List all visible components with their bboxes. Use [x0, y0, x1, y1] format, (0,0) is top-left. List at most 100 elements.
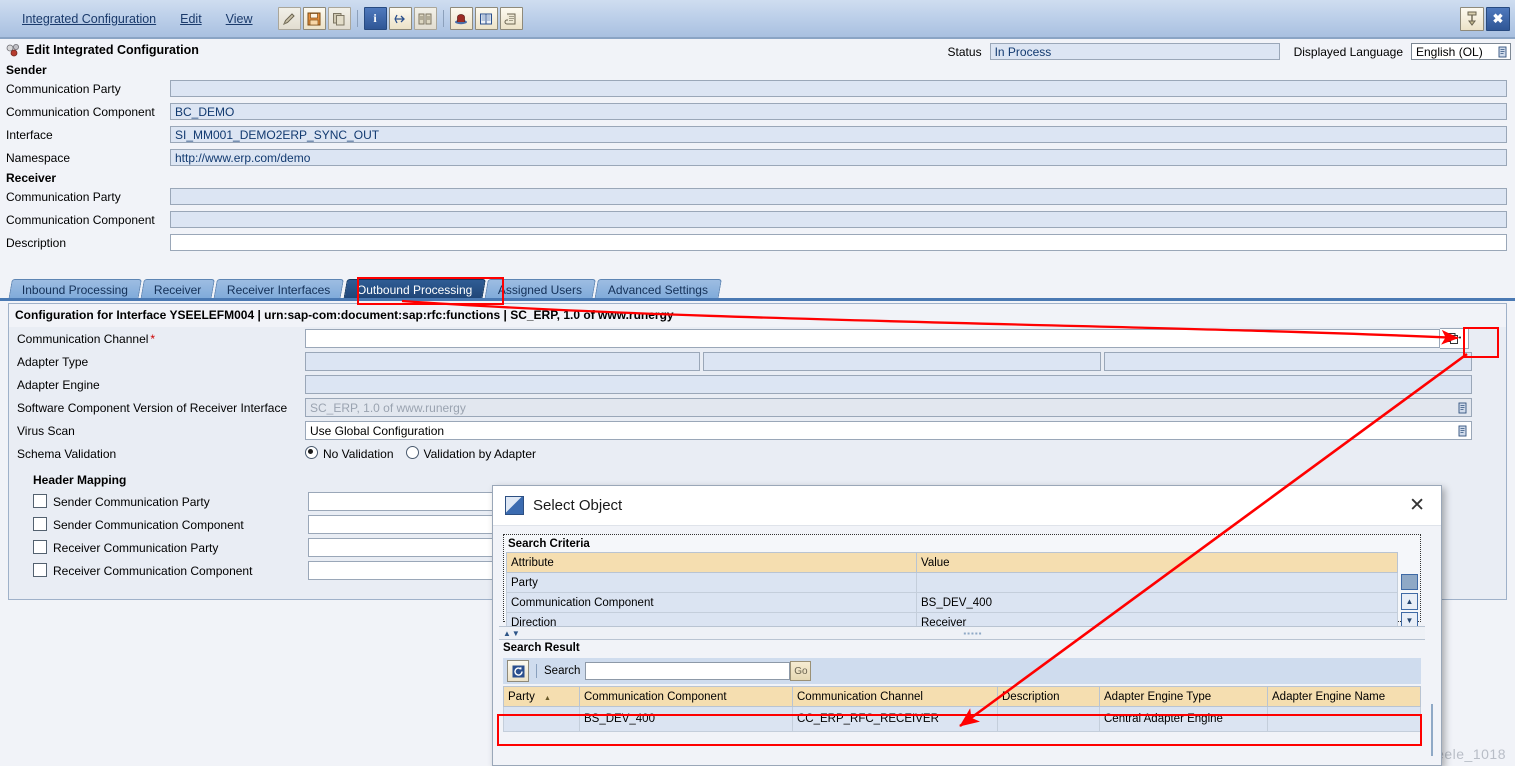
input-sender-communication-component[interactable]: BC_DEMO — [170, 103, 1507, 120]
label-communication-channel: Communication Channel * — [17, 332, 305, 346]
table-row[interactable]: Party — [506, 572, 1398, 593]
input-virus-scan[interactable]: Use Global Configuration — [305, 421, 1472, 440]
display-change-toggle-button[interactable] — [277, 7, 301, 30]
help-button[interactable] — [1460, 7, 1484, 31]
cell-adapter-engine-name — [1267, 706, 1421, 732]
menu-integrated-configuration[interactable]: Integrated Configuration — [20, 11, 158, 27]
cell-communication-channel: CC_ERP_RFC_RECEIVER — [792, 706, 998, 732]
scrollbar-thumb[interactable] — [1401, 574, 1418, 590]
label-software-component-version: Software Component Version of Receiver I… — [17, 400, 288, 415]
dialog-close-button[interactable]: ✕ — [1405, 494, 1429, 517]
required-marker: * — [150, 331, 156, 346]
input-sender-communication-party[interactable] — [170, 80, 1507, 97]
input-help-icon[interactable] — [1458, 402, 1467, 414]
refresh-button[interactable] — [507, 660, 529, 682]
dialog-title: Select Object — [533, 497, 623, 514]
compare-button[interactable] — [413, 7, 437, 30]
select-object-icon — [505, 496, 524, 515]
splitter-collapse-icons[interactable]: ▲▼ — [503, 629, 521, 638]
column-header-adapter-engine-name[interactable]: Adapter Engine Name — [1267, 686, 1421, 707]
status-bar: Status In Process Displayed Language Eng… — [948, 43, 1511, 60]
checkbox-receiver-communication-party[interactable]: Receiver Communication Party — [33, 540, 308, 555]
save-button[interactable] — [302, 7, 326, 30]
window-controls: ✖ — [1459, 7, 1511, 31]
input-help-icon[interactable] — [1498, 46, 1507, 58]
radio-no-validation[interactable]: No Validation — [305, 446, 394, 461]
sort-ascending-icon: ▲ — [544, 694, 551, 702]
table-row[interactable]: BS_DEV_400 CC_ERP_RFC_RECEIVER Central A… — [503, 706, 1421, 732]
change-list-button[interactable] — [499, 7, 523, 30]
input-receiver-communication-component[interactable] — [170, 211, 1507, 228]
field-row-sender-communication-party: Communication Party — [0, 77, 1515, 100]
search-criteria-title: Search Criteria — [508, 538, 590, 550]
copy-button[interactable] — [327, 7, 351, 30]
column-header-attribute[interactable]: Attribute — [506, 552, 917, 573]
label-sender-communication-party: Communication Party — [6, 81, 121, 96]
dialog-splitter[interactable]: ▲▼ ▪▪▪▪▪ — [499, 626, 1425, 640]
input-sender-interface[interactable]: SI_MM001_DEMO2ERP_SYNC_OUT — [170, 126, 1507, 143]
displayed-language-value: English (OL) — [1416, 45, 1483, 59]
column-header-adapter-engine-type[interactable]: Adapter Engine Type — [1099, 686, 1268, 707]
test-configuration-button[interactable] — [449, 7, 473, 30]
cell-value[interactable] — [916, 572, 1398, 593]
info-button[interactable]: i — [363, 7, 387, 30]
information-icon: i — [373, 11, 377, 25]
main-toolbar: i — [277, 7, 524, 30]
column-header-value[interactable]: Value — [916, 552, 1398, 573]
label-adapter-engine: Adapter Engine — [17, 377, 100, 392]
radio-indicator — [405, 446, 419, 459]
checkbox-indicator — [33, 494, 47, 508]
field-row-sender-interface: Interface SI_MM001_DEMO2ERP_SYNC_OUT — [0, 123, 1515, 146]
go-button[interactable]: Go — [790, 661, 812, 681]
search-result-table: Party ▲ Communication Component Communic… — [503, 686, 1421, 732]
label-receiver-communication-party: Communication Party — [6, 189, 121, 204]
displayed-language-select[interactable]: English (OL) — [1411, 43, 1511, 60]
radio-validation-by-adapter[interactable]: Validation by Adapter — [405, 446, 536, 461]
input-receiver-communication-party[interactable] — [170, 188, 1507, 205]
virus-scan-value: Use Global Configuration — [310, 423, 445, 438]
close-window-button[interactable]: ✖ — [1486, 7, 1510, 31]
dependencies-button[interactable] — [388, 7, 412, 30]
radio-label: No Validation — [323, 447, 394, 461]
column-header-party[interactable]: Party ▲ — [503, 686, 580, 707]
search-result-header-row: Party ▲ Communication Component Communic… — [503, 686, 1421, 707]
close-x-icon: ✖ — [1492, 11, 1504, 26]
splitter-grip[interactable]: ▪▪▪▪▪ — [521, 629, 1425, 638]
pencil-icon — [283, 12, 295, 25]
cell-attribute: Party — [506, 572, 917, 593]
input-sender-namespace[interactable]: http://www.erp.com/demo — [170, 149, 1507, 166]
cell-value[interactable]: BS_DEV_400 — [916, 592, 1398, 613]
integrated-configuration-icon — [6, 43, 19, 56]
application-menu-bar: Integrated Configuration Edit View i ✖ — [0, 0, 1515, 39]
column-header-communication-channel[interactable]: Communication Channel — [792, 686, 998, 707]
input-communication-channel[interactable] — [305, 329, 1440, 348]
scroll-up-button[interactable]: ▲ — [1401, 593, 1418, 610]
communication-channel-value-help-button[interactable] — [1440, 328, 1469, 349]
label-receiver-communication-component: Communication Component — [6, 212, 155, 227]
copy-pages-icon — [333, 12, 345, 25]
page-title: Edit Integrated Configuration — [26, 43, 199, 57]
checkbox-sender-communication-component[interactable]: Sender Communication Component — [33, 517, 308, 532]
input-receiver-description[interactable] — [170, 234, 1507, 251]
row-communication-channel: Communication Channel * — [9, 327, 1506, 350]
input-software-component-version: SC_ERP, 1.0 of www.runergy — [305, 398, 1472, 417]
search-result-toolbar: Search Go — [503, 658, 1421, 684]
search-criteria-scrollbar[interactable]: ▲ ▼ — [1401, 574, 1418, 631]
page-header-area: Edit Integrated Configuration Status In … — [0, 39, 1515, 276]
column-header-communication-component[interactable]: Communication Component — [579, 686, 793, 707]
search-input[interactable] — [585, 662, 791, 680]
table-row[interactable]: Communication Component BS_DEV_400 — [506, 592, 1398, 613]
checkbox-sender-communication-party[interactable]: Sender Communication Party — [33, 494, 308, 509]
menu-edit[interactable]: Edit — [178, 11, 204, 27]
field-row-receiver-communication-party: Communication Party — [0, 185, 1515, 208]
cell-communication-component: BS_DEV_400 — [579, 706, 793, 732]
column-header-description[interactable]: Description — [997, 686, 1100, 707]
label-sender-communication-component: Communication Component — [6, 104, 155, 119]
menu-view[interactable]: View — [224, 11, 255, 27]
search-result-scrollbar[interactable] — [1431, 704, 1433, 756]
input-help-icon[interactable] — [1458, 425, 1467, 437]
documentation-button[interactable] — [474, 7, 498, 30]
dialog-header: Select Object ✕ — [493, 486, 1441, 526]
checkbox-receiver-communication-component[interactable]: Receiver Communication Component — [33, 563, 308, 578]
receiver-group-label: Receiver — [6, 171, 57, 185]
